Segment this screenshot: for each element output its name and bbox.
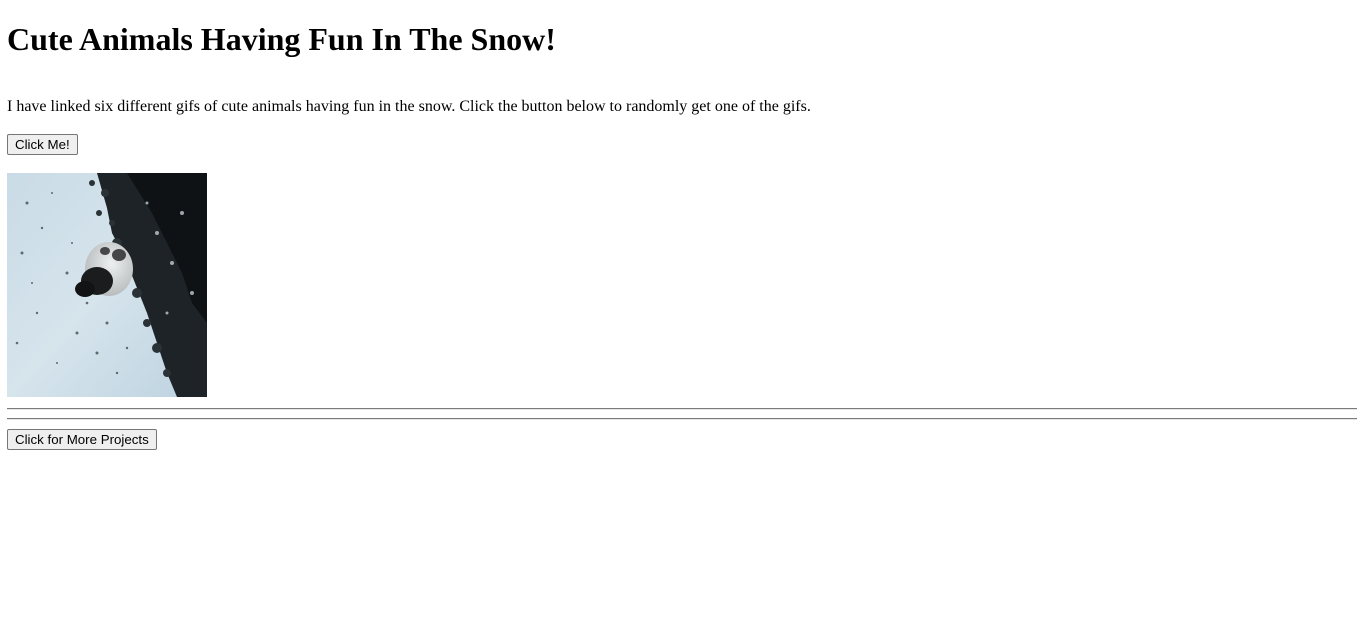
intro-text: I have linked six different gifs of cute… [7, 98, 811, 115]
page-title: Cute Animals Having Fun In The Snow! [7, 21, 556, 57]
random-gif-button[interactable]: Click Me! [7, 134, 78, 155]
divider-top [7, 408, 1357, 410]
more-projects-button[interactable]: Click for More Projects [7, 429, 157, 450]
divider-bottom [7, 418, 1357, 420]
animal-gif-image [7, 173, 207, 397]
